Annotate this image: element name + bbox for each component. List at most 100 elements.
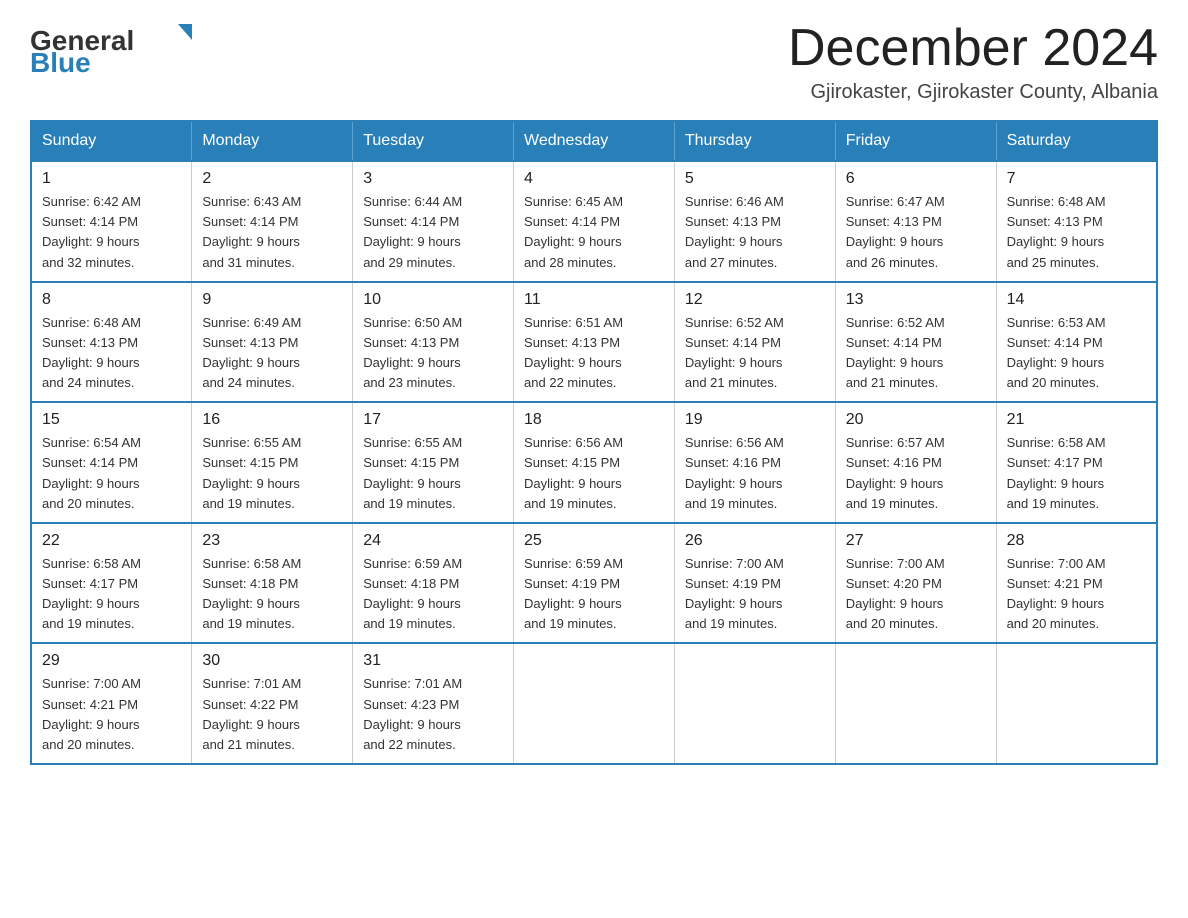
page-header: General Blue December 2024 Gjirokaster, … bbox=[30, 20, 1158, 104]
day-info: Sunrise: 6:43 AM Sunset: 4:14 PM Dayligh… bbox=[202, 192, 342, 273]
day-number: 26 bbox=[685, 532, 825, 550]
day-info: Sunrise: 7:00 AM Sunset: 4:19 PM Dayligh… bbox=[685, 554, 825, 635]
calendar-cell: 28 Sunrise: 7:00 AM Sunset: 4:21 PM Dayl… bbox=[996, 523, 1157, 644]
weekday-header-friday: Friday bbox=[835, 121, 996, 161]
calendar-cell: 11 Sunrise: 6:51 AM Sunset: 4:13 PM Dayl… bbox=[514, 282, 675, 403]
calendar-week-row: 8 Sunrise: 6:48 AM Sunset: 4:13 PM Dayli… bbox=[31, 282, 1157, 403]
day-number: 11 bbox=[524, 291, 664, 309]
month-title: December 2024 bbox=[788, 20, 1158, 77]
day-info: Sunrise: 6:45 AM Sunset: 4:14 PM Dayligh… bbox=[524, 192, 664, 273]
day-number: 8 bbox=[42, 291, 181, 309]
day-number: 14 bbox=[1007, 291, 1146, 309]
calendar-cell: 26 Sunrise: 7:00 AM Sunset: 4:19 PM Dayl… bbox=[674, 523, 835, 644]
calendar-cell: 21 Sunrise: 6:58 AM Sunset: 4:17 PM Dayl… bbox=[996, 402, 1157, 523]
day-number: 15 bbox=[42, 411, 181, 429]
day-number: 16 bbox=[202, 411, 342, 429]
day-number: 30 bbox=[202, 652, 342, 670]
calendar-cell: 23 Sunrise: 6:58 AM Sunset: 4:18 PM Dayl… bbox=[192, 523, 353, 644]
calendar-cell bbox=[835, 643, 996, 764]
day-info: Sunrise: 6:55 AM Sunset: 4:15 PM Dayligh… bbox=[202, 433, 342, 514]
day-info: Sunrise: 6:51 AM Sunset: 4:13 PM Dayligh… bbox=[524, 313, 664, 394]
calendar-week-row: 22 Sunrise: 6:58 AM Sunset: 4:17 PM Dayl… bbox=[31, 523, 1157, 644]
day-number: 23 bbox=[202, 532, 342, 550]
day-info: Sunrise: 6:55 AM Sunset: 4:15 PM Dayligh… bbox=[363, 433, 503, 514]
calendar-cell: 22 Sunrise: 6:58 AM Sunset: 4:17 PM Dayl… bbox=[31, 523, 192, 644]
calendar-cell: 12 Sunrise: 6:52 AM Sunset: 4:14 PM Dayl… bbox=[674, 282, 835, 403]
calendar-cell: 6 Sunrise: 6:47 AM Sunset: 4:13 PM Dayli… bbox=[835, 161, 996, 282]
day-number: 19 bbox=[685, 411, 825, 429]
svg-text:Blue: Blue bbox=[30, 47, 91, 75]
day-info: Sunrise: 6:54 AM Sunset: 4:14 PM Dayligh… bbox=[42, 433, 181, 514]
day-info: Sunrise: 7:00 AM Sunset: 4:20 PM Dayligh… bbox=[846, 554, 986, 635]
calendar-cell: 29 Sunrise: 7:00 AM Sunset: 4:21 PM Dayl… bbox=[31, 643, 192, 764]
title-section: December 2024 Gjirokaster, Gjirokaster C… bbox=[788, 20, 1158, 104]
weekday-header-tuesday: Tuesday bbox=[353, 121, 514, 161]
calendar-cell bbox=[514, 643, 675, 764]
calendar-cell: 17 Sunrise: 6:55 AM Sunset: 4:15 PM Dayl… bbox=[353, 402, 514, 523]
day-info: Sunrise: 6:59 AM Sunset: 4:19 PM Dayligh… bbox=[524, 554, 664, 635]
day-info: Sunrise: 6:47 AM Sunset: 4:13 PM Dayligh… bbox=[846, 192, 986, 273]
calendar-cell: 1 Sunrise: 6:42 AM Sunset: 4:14 PM Dayli… bbox=[31, 161, 192, 282]
calendar-cell: 14 Sunrise: 6:53 AM Sunset: 4:14 PM Dayl… bbox=[996, 282, 1157, 403]
calendar-table: SundayMondayTuesdayWednesdayThursdayFrid… bbox=[30, 120, 1158, 765]
day-number: 4 bbox=[524, 170, 664, 188]
day-number: 28 bbox=[1007, 532, 1146, 550]
day-number: 18 bbox=[524, 411, 664, 429]
calendar-cell: 4 Sunrise: 6:45 AM Sunset: 4:14 PM Dayli… bbox=[514, 161, 675, 282]
calendar-cell bbox=[996, 643, 1157, 764]
calendar-cell: 7 Sunrise: 6:48 AM Sunset: 4:13 PM Dayli… bbox=[996, 161, 1157, 282]
day-info: Sunrise: 7:01 AM Sunset: 4:23 PM Dayligh… bbox=[363, 674, 503, 755]
day-number: 6 bbox=[846, 170, 986, 188]
calendar-cell: 8 Sunrise: 6:48 AM Sunset: 4:13 PM Dayli… bbox=[31, 282, 192, 403]
logo-svg: General Blue bbox=[30, 20, 210, 75]
calendar-week-row: 15 Sunrise: 6:54 AM Sunset: 4:14 PM Dayl… bbox=[31, 402, 1157, 523]
calendar-cell: 10 Sunrise: 6:50 AM Sunset: 4:13 PM Dayl… bbox=[353, 282, 514, 403]
calendar-cell: 20 Sunrise: 6:57 AM Sunset: 4:16 PM Dayl… bbox=[835, 402, 996, 523]
calendar-cell: 19 Sunrise: 6:56 AM Sunset: 4:16 PM Dayl… bbox=[674, 402, 835, 523]
day-info: Sunrise: 6:49 AM Sunset: 4:13 PM Dayligh… bbox=[202, 313, 342, 394]
day-info: Sunrise: 7:01 AM Sunset: 4:22 PM Dayligh… bbox=[202, 674, 342, 755]
day-info: Sunrise: 6:58 AM Sunset: 4:17 PM Dayligh… bbox=[1007, 433, 1146, 514]
day-number: 17 bbox=[363, 411, 503, 429]
day-info: Sunrise: 6:56 AM Sunset: 4:15 PM Dayligh… bbox=[524, 433, 664, 514]
weekday-header-wednesday: Wednesday bbox=[514, 121, 675, 161]
day-number: 7 bbox=[1007, 170, 1146, 188]
weekday-header-monday: Monday bbox=[192, 121, 353, 161]
calendar-cell: 16 Sunrise: 6:55 AM Sunset: 4:15 PM Dayl… bbox=[192, 402, 353, 523]
day-number: 22 bbox=[42, 532, 181, 550]
day-number: 29 bbox=[42, 652, 181, 670]
calendar-cell bbox=[674, 643, 835, 764]
day-info: Sunrise: 7:00 AM Sunset: 4:21 PM Dayligh… bbox=[1007, 554, 1146, 635]
calendar-cell: 24 Sunrise: 6:59 AM Sunset: 4:18 PM Dayl… bbox=[353, 523, 514, 644]
day-number: 21 bbox=[1007, 411, 1146, 429]
weekday-header-sunday: Sunday bbox=[31, 121, 192, 161]
day-info: Sunrise: 6:57 AM Sunset: 4:16 PM Dayligh… bbox=[846, 433, 986, 514]
calendar-cell: 13 Sunrise: 6:52 AM Sunset: 4:14 PM Dayl… bbox=[835, 282, 996, 403]
day-info: Sunrise: 6:53 AM Sunset: 4:14 PM Dayligh… bbox=[1007, 313, 1146, 394]
day-number: 1 bbox=[42, 170, 181, 188]
calendar-cell: 31 Sunrise: 7:01 AM Sunset: 4:23 PM Dayl… bbox=[353, 643, 514, 764]
day-number: 3 bbox=[363, 170, 503, 188]
calendar-cell: 15 Sunrise: 6:54 AM Sunset: 4:14 PM Dayl… bbox=[31, 402, 192, 523]
day-info: Sunrise: 6:48 AM Sunset: 4:13 PM Dayligh… bbox=[1007, 192, 1146, 273]
day-info: Sunrise: 6:58 AM Sunset: 4:17 PM Dayligh… bbox=[42, 554, 181, 635]
logo: General Blue bbox=[30, 20, 210, 75]
calendar-cell: 25 Sunrise: 6:59 AM Sunset: 4:19 PM Dayl… bbox=[514, 523, 675, 644]
day-info: Sunrise: 6:48 AM Sunset: 4:13 PM Dayligh… bbox=[42, 313, 181, 394]
day-number: 25 bbox=[524, 532, 664, 550]
day-info: Sunrise: 6:46 AM Sunset: 4:13 PM Dayligh… bbox=[685, 192, 825, 273]
day-number: 13 bbox=[846, 291, 986, 309]
calendar-week-row: 1 Sunrise: 6:42 AM Sunset: 4:14 PM Dayli… bbox=[31, 161, 1157, 282]
day-number: 5 bbox=[685, 170, 825, 188]
day-number: 20 bbox=[846, 411, 986, 429]
day-info: Sunrise: 6:59 AM Sunset: 4:18 PM Dayligh… bbox=[363, 554, 503, 635]
day-info: Sunrise: 6:52 AM Sunset: 4:14 PM Dayligh… bbox=[846, 313, 986, 394]
day-number: 2 bbox=[202, 170, 342, 188]
day-info: Sunrise: 6:52 AM Sunset: 4:14 PM Dayligh… bbox=[685, 313, 825, 394]
day-info: Sunrise: 6:42 AM Sunset: 4:14 PM Dayligh… bbox=[42, 192, 181, 273]
day-number: 12 bbox=[685, 291, 825, 309]
calendar-cell: 5 Sunrise: 6:46 AM Sunset: 4:13 PM Dayli… bbox=[674, 161, 835, 282]
location-title: Gjirokaster, Gjirokaster County, Albania bbox=[788, 81, 1158, 104]
calendar-cell: 9 Sunrise: 6:49 AM Sunset: 4:13 PM Dayli… bbox=[192, 282, 353, 403]
calendar-cell: 18 Sunrise: 6:56 AM Sunset: 4:15 PM Dayl… bbox=[514, 402, 675, 523]
